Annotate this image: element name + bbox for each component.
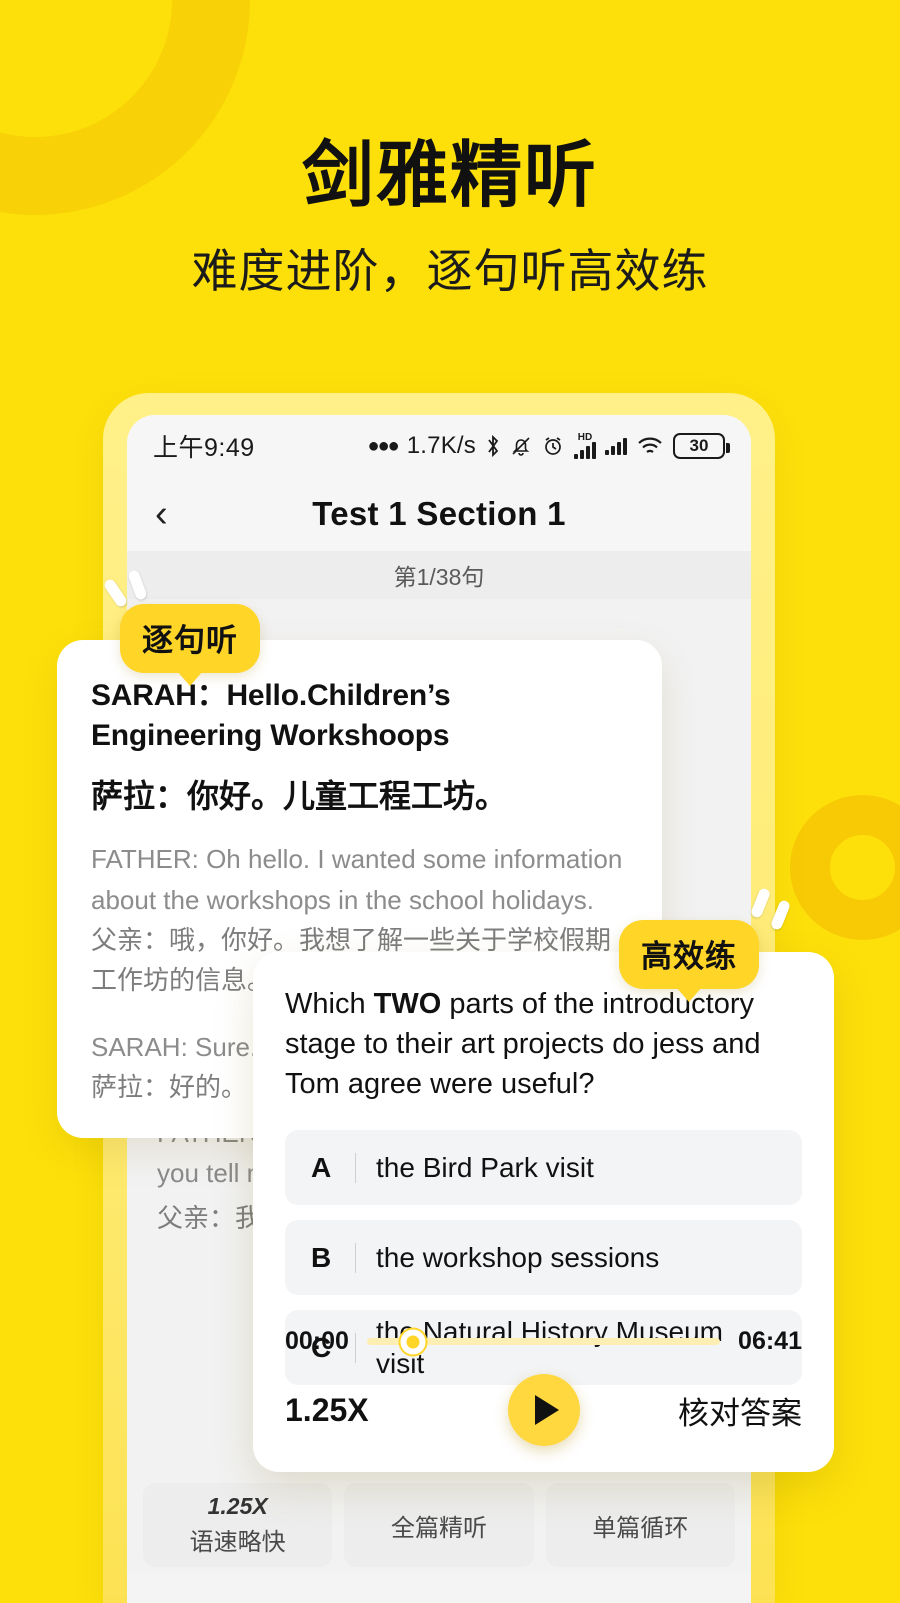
hero-header: 剑雅精听 难度进阶，逐句听高效练 bbox=[0, 140, 900, 294]
tab-single-loop[interactable]: 单篇循环 bbox=[545, 1483, 735, 1567]
tab-speed-value: 1.25X bbox=[207, 1493, 268, 1519]
phone-bottom-tabs: 1.25X 语速略快 全篇精听 单篇循环 bbox=[127, 1483, 751, 1567]
badge-sentence-mode-label: 逐句听 bbox=[142, 623, 238, 658]
badge-sentence-mode: 逐句听 bbox=[102, 569, 260, 673]
battery-icon: 30 bbox=[673, 433, 730, 459]
nav-bar: ‹ Test 1 Section 1 bbox=[127, 477, 751, 551]
cellular-signal-icon bbox=[605, 437, 627, 455]
tab-speed-label: 语速略快 bbox=[189, 1529, 286, 1556]
option-b-letter: B bbox=[311, 1241, 332, 1273]
option-a-text: the Bird Park visit bbox=[376, 1151, 594, 1183]
tab-full-listen[interactable]: 全篇精听 bbox=[344, 1483, 534, 1567]
transcript-line-en-0: FATHER: Oh hello. I wanted some informat… bbox=[91, 844, 623, 915]
question-prompt-bold: TWO bbox=[373, 988, 442, 1020]
wifi-icon bbox=[636, 435, 664, 457]
player-speed-button[interactable]: 1.25X bbox=[285, 1392, 369, 1429]
option-b-text: the workshop sessions bbox=[376, 1241, 660, 1273]
player-current-time: 00:00 bbox=[285, 1327, 349, 1355]
player-progress-knob[interactable] bbox=[400, 1329, 426, 1354]
player-progress-track[interactable] bbox=[366, 1329, 721, 1354]
option-divider bbox=[355, 1152, 356, 1183]
option-b[interactable]: B the workshop sessions bbox=[285, 1220, 802, 1296]
hd-signal-icon: HD bbox=[574, 433, 596, 459]
bell-muted-icon bbox=[510, 434, 532, 458]
tab-full-listen-label: 全篇精听 bbox=[390, 1514, 487, 1542]
status-bar: 上午9:49 ●●● 1.7K/s HD 30 bbox=[127, 415, 751, 477]
status-time: 上午9:49 bbox=[153, 434, 255, 462]
audio-player: 00:00 06:41 1.25X 核对答案 bbox=[285, 1327, 802, 1446]
page-title: 剑雅精听 bbox=[301, 136, 598, 216]
question-prompt-before: Which bbox=[285, 988, 374, 1020]
transcript-highlight-en: SARAH：Hello.Children’s Engineering Works… bbox=[91, 679, 451, 752]
badge-practice-mode: 高效练 bbox=[619, 887, 792, 989]
network-speed: 1.7K/s bbox=[406, 432, 476, 459]
option-a[interactable]: A the Bird Park visit bbox=[285, 1130, 802, 1206]
transcript-highlight-zh: 萨拉：你好。儿童工程工坊。 bbox=[91, 777, 508, 814]
sparkle-icon bbox=[747, 886, 807, 932]
chevron-left-icon[interactable]: ‹ bbox=[155, 495, 168, 533]
alarm-clock-icon bbox=[541, 434, 565, 458]
player-total-time: 06:41 bbox=[738, 1327, 802, 1355]
phone-bottom-strip bbox=[127, 1573, 751, 1603]
tab-speed[interactable]: 1.25X 语速略快 bbox=[143, 1483, 333, 1567]
badge-practice-mode-label: 高效练 bbox=[641, 939, 737, 974]
sentence-counter: 第1/38句 bbox=[393, 564, 485, 590]
battery-level: 30 bbox=[689, 436, 709, 455]
sparkle-icon bbox=[102, 569, 162, 616]
bluetooth-icon bbox=[485, 434, 501, 458]
tab-single-loop-label: 单篇循环 bbox=[592, 1514, 689, 1542]
option-divider bbox=[355, 1242, 356, 1273]
option-a-letter: A bbox=[311, 1151, 332, 1183]
nav-title: Test 1 Section 1 bbox=[312, 495, 566, 532]
network-dots-icon: ●●● bbox=[367, 434, 400, 457]
play-icon[interactable] bbox=[507, 1374, 580, 1446]
question-card: Which TWO parts of the introductory stag… bbox=[253, 952, 834, 1472]
page-subtitle: 难度进阶，逐句听高效练 bbox=[191, 245, 709, 297]
sentence-counter-bar: 第1/38句 bbox=[127, 551, 751, 599]
check-answer-button[interactable]: 核对答案 bbox=[678, 1388, 802, 1433]
question-prompt: Which TWO parts of the introductory stag… bbox=[285, 984, 802, 1104]
